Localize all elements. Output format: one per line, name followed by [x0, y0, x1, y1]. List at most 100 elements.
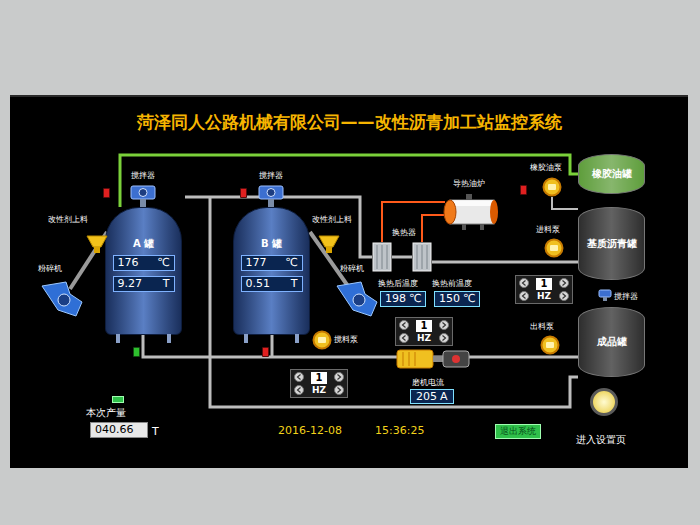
- storage-tank: 基质沥青罐: [578, 207, 645, 280]
- frequency-display: 1HZ: [536, 278, 552, 301]
- mill-current-unit: A: [440, 390, 448, 403]
- storage-tank: 橡胶油罐: [578, 154, 645, 194]
- weight-display: 9.27 T: [113, 276, 175, 292]
- tank-leg: [244, 334, 248, 343]
- feeder-label: 改性剂上料: [48, 215, 88, 225]
- crusher-label: 粉碎机: [38, 264, 62, 274]
- arrow-right-icon[interactable]: [334, 385, 344, 395]
- page-title: 菏泽同人公路机械有限公司——改性沥青加工站监控系统: [10, 111, 688, 133]
- temperature-value: 198: [385, 292, 406, 306]
- tank-name: B 罐: [261, 238, 282, 250]
- settings-label: 进入设置页: [576, 434, 626, 446]
- pump-label: 搅料泵: [334, 335, 358, 345]
- agitator-motor-icon: [256, 183, 286, 207]
- weight-unit: T: [163, 277, 170, 291]
- button-column: [439, 320, 449, 343]
- button-column: [519, 278, 529, 301]
- agitator-label: 搅拌器: [614, 292, 638, 302]
- temperature-label: 换热后温度: [378, 279, 418, 289]
- frequency-value[interactable]: 1: [311, 372, 327, 384]
- monitor-bezel-bottom: [0, 468, 700, 525]
- button-column: [559, 278, 569, 301]
- frequency-control: 1HZ: [515, 275, 573, 304]
- pump-icon: [540, 335, 560, 355]
- temperature-value: 177: [246, 256, 267, 270]
- temperature-unit: ℃: [409, 292, 421, 306]
- pump-icon: [544, 238, 564, 258]
- production-value: 040.66: [90, 422, 148, 438]
- production-label: 本次产量: [86, 407, 126, 419]
- frequency-value[interactable]: 1: [536, 278, 552, 290]
- frequency-display: 1HZ: [311, 372, 327, 395]
- storage-tank: 成品罐: [578, 307, 645, 377]
- exit-button[interactable]: 退出系统: [495, 424, 541, 439]
- mill-current-label: 磨机电流: [412, 378, 444, 388]
- temperature-unit: ℃: [157, 256, 169, 270]
- temperature-display: 176 ℃: [113, 255, 175, 271]
- heat-exchanger-icon: [412, 242, 432, 272]
- crusher-label: 粉碎机: [340, 264, 364, 274]
- arrow-left-icon[interactable]: [294, 372, 304, 382]
- arrow-right-icon[interactable]: [334, 372, 344, 382]
- reactor-tank: B 罐 177℃ 0.51T: [233, 207, 310, 335]
- tank-name: 成品罐: [597, 336, 627, 348]
- button-column: [294, 372, 304, 395]
- production-indicator: [112, 396, 124, 403]
- valve[interactable]: [103, 188, 110, 198]
- temperature-value: 176: [118, 256, 139, 270]
- heat-exchanger-icon: [372, 242, 392, 272]
- frequency-value[interactable]: 1: [416, 320, 432, 332]
- tank-name: 橡胶油罐: [592, 168, 632, 180]
- mill-icon: [395, 347, 475, 371]
- valve[interactable]: [520, 185, 527, 195]
- arrow-left-icon[interactable]: [519, 278, 529, 288]
- temperature-unit: ℃: [463, 292, 475, 306]
- button-column: [334, 372, 344, 395]
- production-unit: T: [152, 425, 159, 438]
- hmi-screen: 菏泽同人公路机械有限公司——改性沥青加工站监控系统搅拌器 A 罐 176 ℃ 9.27 T…: [10, 95, 688, 468]
- arrow-right-icon[interactable]: [559, 278, 569, 288]
- frequency-display: 1HZ: [416, 320, 432, 343]
- pump-label: 橡胶油泵: [530, 163, 562, 173]
- pump-icon: [312, 330, 332, 350]
- valve[interactable]: [262, 347, 269, 357]
- arrow-right-icon[interactable]: [439, 333, 449, 343]
- temperature-value: 150: [439, 292, 460, 306]
- temperature-label: 换热前温度: [432, 279, 472, 289]
- temperature-display: 150℃: [434, 291, 480, 307]
- time-display: 15:36:25: [375, 424, 424, 437]
- pump-label: 进料泵: [536, 225, 560, 235]
- frequency-control: 1HZ: [290, 369, 348, 398]
- temperature-display: 198℃: [380, 291, 426, 307]
- arrow-left-icon[interactable]: [399, 320, 409, 330]
- arrow-left-icon[interactable]: [519, 291, 529, 301]
- tank-leg: [295, 334, 299, 343]
- tank-leg: [167, 334, 171, 343]
- arrow-right-icon[interactable]: [439, 320, 449, 330]
- tank-name: A 罐: [133, 238, 154, 250]
- reactor-tank: A 罐 176 ℃ 9.27 T: [105, 207, 182, 335]
- weight-display: 0.51T: [241, 276, 303, 292]
- weight-value: 9.27: [118, 277, 143, 291]
- pump-icon: [542, 177, 562, 197]
- button-column: [399, 320, 409, 343]
- tank-leg: [116, 334, 120, 343]
- agitator-label: 搅拌器: [118, 171, 168, 181]
- mill-current-value: 205: [416, 390, 437, 403]
- pump-label: 出料泵: [530, 322, 554, 332]
- feeder-hopper-icon: [318, 234, 340, 254]
- feeder-hopper-icon: [86, 234, 108, 254]
- valve[interactable]: [240, 188, 247, 198]
- tank-name: 基质沥青罐: [587, 238, 637, 250]
- oil-heater-icon: [442, 194, 502, 230]
- mill-current-display: 205A: [410, 389, 454, 404]
- arrow-left-icon[interactable]: [399, 333, 409, 343]
- frequency-unit: HZ: [312, 385, 326, 395]
- arrow-left-icon[interactable]: [294, 385, 304, 395]
- temperature-display: 177℃: [241, 255, 303, 271]
- heater-label: 导热油炉: [453, 179, 485, 189]
- settings-button[interactable]: [590, 388, 618, 416]
- heat-exchanger-label: 换热器: [392, 228, 416, 238]
- arrow-right-icon[interactable]: [559, 291, 569, 301]
- valve[interactable]: [133, 347, 140, 357]
